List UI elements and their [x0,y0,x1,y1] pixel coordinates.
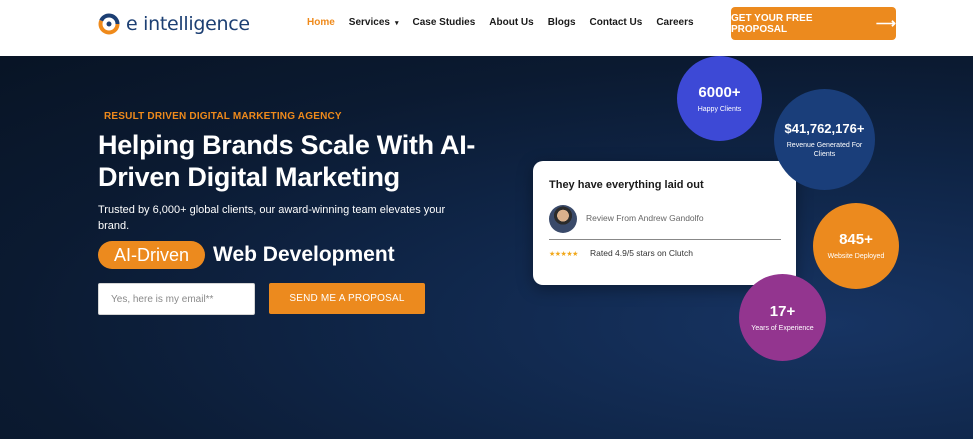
stat-value: 17+ [769,302,796,320]
reviewer-name: Review From Andrew Gandolfo [586,213,704,223]
stat-label: Revenue Generated For Clients [786,142,863,158]
free-proposal-label: GET YOUR FREE PROPOSAL [731,12,813,35]
chevron-down-icon: ▾ [394,19,399,27]
free-proposal-button[interactable]: GET YOUR FREE PROPOSAL ⟶ [731,7,896,40]
hero-section: RESULT DRIVEN DIGITAL MARKETING AGENCY H… [0,56,973,439]
star-rating-icon: ★★★★★ [549,251,578,258]
nav-case-studies[interactable]: Case Studies [412,17,475,28]
review-title: They have everything laid out [549,179,704,191]
stat-label: Website Deployed [827,253,885,260]
stat-value: 845+ [839,231,873,248]
nav-services[interactable]: Services ▾ [349,17,399,28]
service-rotator: AI-Driven Web Development [98,241,395,269]
rotator-pill: AI-Driven [98,241,206,269]
logo[interactable]: e intelligence [98,10,250,38]
rating-text: Rated 4.9/5 stars on Clutch [590,248,694,258]
logo-text: e intelligence [126,13,250,35]
send-proposal-button[interactable]: SEND ME A PROPOSAL [269,283,425,314]
rotator-text: Web Development [213,243,395,266]
stat-experience: 17+ Years of Experience [739,274,826,361]
nav-careers[interactable]: Careers [656,17,693,28]
main-nav: Home Services ▾ Case Studies About Us Bl… [307,17,708,28]
stat-revenue: $41,762,176+ Revenue Generated For Clien… [774,89,875,190]
stat-websites: 845+ Website Deployed [813,203,899,289]
email-input[interactable] [98,283,255,315]
nav-about-us[interactable]: About Us [489,17,533,28]
divider [549,239,781,240]
arrow-right-icon: ⟶ [875,15,896,31]
nav-home[interactable]: Home [307,17,335,28]
hero-subtext: Trusted by 6,000+ global clients, our aw… [98,204,446,232]
nav-blogs[interactable]: Blogs [548,17,576,28]
stat-label: Years of Experience [751,324,814,332]
stat-label: Happy Clients [697,105,742,113]
stat-value: 6000+ [698,83,741,101]
nav-contact-us[interactable]: Contact Us [590,17,643,28]
site-header: e intelligence Home Services ▾ Case Stud… [0,0,973,56]
avatar [549,205,577,233]
logo-icon [98,13,120,35]
review-card: They have everything laid out Review Fro… [533,161,796,285]
nav-services-label: Services [348,17,390,28]
hero-eyebrow: RESULT DRIVEN DIGITAL MARKETING AGENCY [104,111,342,122]
stat-value: $41,762,176+ [784,121,865,136]
hero-headline: Helping Brands Scale With AI-Driven Digi… [98,130,476,192]
stat-happy-clients: 6000+ Happy Clients [677,56,762,141]
